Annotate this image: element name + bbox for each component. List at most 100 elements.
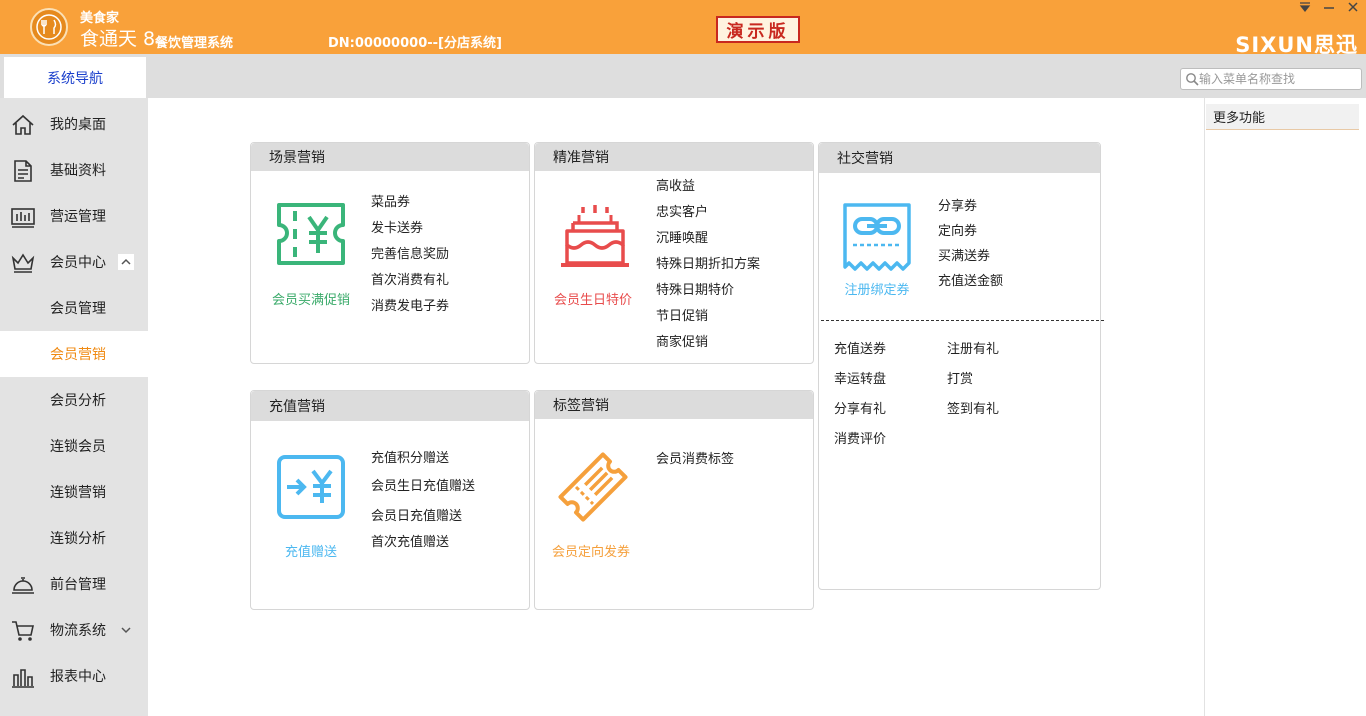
- link-item[interactable]: 特殊日期特价: [656, 278, 760, 304]
- sidebar-item-member-analysis[interactable]: 会员分析: [0, 377, 148, 423]
- bars-icon: [12, 669, 34, 688]
- nav-bar: 系统导航: [0, 54, 1366, 98]
- recharge-yen-icon[interactable]: [273, 451, 349, 527]
- sidebar-item-reports[interactable]: 报表中心: [0, 653, 148, 699]
- more-functions-panel: 更多功能: [1204, 98, 1366, 716]
- link-item[interactable]: 会员日充值赠送: [371, 501, 475, 529]
- panel-title: 更多功能: [1206, 104, 1359, 130]
- sidebar-item-label: 会员营销: [50, 347, 106, 363]
- sidebar-item-label: 报表中心: [50, 669, 106, 685]
- cloche-icon: [12, 577, 34, 594]
- card-social-marketing: 社交营销 注册绑定券 分享券 定向券 买满送券 充值送金额 充值送券 幸运转盘 …: [818, 142, 1104, 590]
- tab-system-nav[interactable]: 系统导航: [4, 57, 146, 98]
- divider: [821, 320, 1104, 321]
- link-item[interactable]: 首次充值赠送: [371, 529, 475, 557]
- card-title: 精准营销: [535, 143, 813, 171]
- link-item[interactable]: 消费发电子券: [371, 294, 449, 320]
- card-scene-marketing: 场景营销 会员买满促销 菜品券 发卡送券 完善信息奖励 首次消费有礼 消费发电子…: [250, 142, 530, 364]
- close-icon[interactable]: [1346, 1, 1360, 17]
- document-icon: [14, 160, 32, 182]
- sidebar-item-label: 会员中心: [50, 255, 106, 271]
- search-icon: [1186, 73, 1199, 86]
- sidebar-item-front-desk[interactable]: 前台管理: [0, 561, 148, 607]
- coupon-yen-icon[interactable]: [273, 197, 349, 273]
- chevron-down-icon[interactable]: [118, 622, 134, 638]
- app-logo-icon: [30, 8, 68, 46]
- link-coupon-icon[interactable]: [839, 199, 915, 275]
- card-caption[interactable]: 会员买满促销: [256, 289, 366, 308]
- link-item[interactable]: 会员消费标签: [656, 447, 734, 473]
- sidebar-item-operations[interactable]: 营运管理: [0, 193, 148, 239]
- link-item[interactable]: 高收益: [656, 174, 760, 200]
- home-icon: [12, 114, 34, 135]
- card-recharge-marketing: 充值营销 充值赠送 充值积分赠送 会员生日充值赠送 会员日充值赠送 首次充值赠送: [250, 390, 530, 610]
- title-bar: 美食家 食通天 8 餐饮管理系统 DN:00000000--[分店系统] 演示版…: [0, 0, 1366, 57]
- link-list: 会员消费标签: [656, 447, 734, 473]
- sidebar-item-label: 连锁营销: [50, 485, 106, 501]
- card-caption[interactable]: 会员定向发券: [536, 541, 646, 560]
- card-title: 社交营销: [819, 143, 1100, 173]
- sidebar-item-label: 连锁会员: [50, 439, 106, 455]
- link-item[interactable]: 充值送券: [834, 335, 886, 365]
- card-title: 标签营销: [535, 391, 813, 419]
- sidebar-item-member-marketing[interactable]: 会员营销: [0, 331, 148, 377]
- link-list-extra-left: 充值送券 幸运转盘 分享有礼 消费评价: [834, 335, 886, 455]
- link-item[interactable]: 特殊日期折扣方案: [656, 252, 760, 278]
- link-item[interactable]: 注册有礼: [947, 335, 999, 365]
- sidebar-item-label: 连锁分析: [50, 531, 106, 547]
- link-item[interactable]: 定向券: [938, 219, 1003, 244]
- card-caption[interactable]: 注册绑定券: [822, 279, 932, 298]
- link-item[interactable]: 首次消费有礼: [371, 268, 449, 294]
- link-list: 高收益 忠实客户 沉睡唤醒 特殊日期折扣方案 特殊日期特价 节日促销 商家促销: [656, 174, 760, 356]
- ticket-icon[interactable]: [555, 449, 631, 525]
- link-item[interactable]: 发卡送券: [371, 216, 449, 242]
- sidebar-item-label: 物流系统: [50, 623, 106, 639]
- sidebar-item-label: 我的桌面: [50, 117, 106, 133]
- cart-icon: [12, 621, 34, 641]
- link-item[interactable]: 打赏: [947, 365, 999, 395]
- link-item[interactable]: 分享有礼: [834, 395, 886, 425]
- link-item[interactable]: 忠实客户: [656, 200, 760, 226]
- link-item[interactable]: 会员生日充值赠送: [371, 473, 475, 501]
- card-caption[interactable]: 充值赠送: [256, 541, 366, 560]
- sidebar-item-label: 营运管理: [50, 209, 106, 225]
- card-caption[interactable]: 会员生日特价: [538, 289, 648, 308]
- sidebar-item-chain-analysis[interactable]: 连锁分析: [0, 515, 148, 561]
- sidebar-item-label: 会员分析: [50, 393, 106, 409]
- link-item[interactable]: 菜品券: [371, 190, 449, 216]
- search-input[interactable]: [1199, 72, 1349, 86]
- dropdown-icon[interactable]: [1298, 1, 1312, 17]
- sidebar-item-member-center[interactable]: 会员中心: [0, 239, 148, 285]
- card-tag-marketing: 标签营销 会员定向发券 会员消费标签: [534, 390, 814, 610]
- link-item[interactable]: 充值送金额: [938, 269, 1003, 294]
- sidebar-item-chain-marketing[interactable]: 连锁营销: [0, 469, 148, 515]
- link-item[interactable]: 节日促销: [656, 304, 760, 330]
- link-item[interactable]: 幸运转盘: [834, 365, 886, 395]
- card-precise-marketing: 精准营销 会员生日特价 高收益 忠实客户 沉睡唤醒 特殊日期折扣方案 特殊日期特…: [534, 142, 814, 364]
- link-item[interactable]: 商家促销: [656, 330, 760, 356]
- minimize-icon[interactable]: [1322, 1, 1336, 17]
- link-item[interactable]: 分享券: [938, 194, 1003, 219]
- chevron-up-icon[interactable]: [118, 254, 134, 270]
- sidebar-item-basic-data[interactable]: 基础资料: [0, 147, 148, 193]
- birthday-cake-icon[interactable]: [557, 201, 633, 277]
- link-list-extra-right: 注册有礼 打赏 签到有礼: [947, 335, 999, 425]
- demo-badge: 演示版: [716, 16, 800, 43]
- sidebar-item-chain-members[interactable]: 连锁会员: [0, 423, 148, 469]
- sidebar-item-member-management[interactable]: 会员管理: [0, 285, 148, 331]
- link-item[interactable]: 签到有礼: [947, 395, 999, 425]
- crown-icon: [11, 253, 35, 273]
- sidebar-item-desktop[interactable]: 我的桌面: [0, 101, 148, 147]
- sidebar: 我的桌面 基础资料 营运管理 会员中心 会员管理 会员营销 会员分析 连锁会员 …: [0, 98, 148, 716]
- card-title: 充值营销: [251, 391, 529, 421]
- link-item[interactable]: 充值积分赠送: [371, 445, 475, 473]
- sidebar-item-label: 会员管理: [50, 301, 106, 317]
- link-list: 菜品券 发卡送券 完善信息奖励 首次消费有礼 消费发电子券: [371, 190, 449, 320]
- link-item[interactable]: 买满送券: [938, 244, 1003, 269]
- main-content: 场景营销 会员买满促销 菜品券 发卡送券 完善信息奖励 首次消费有礼 消费发电子…: [148, 98, 1204, 716]
- link-item[interactable]: 完善信息奖励: [371, 242, 449, 268]
- link-item[interactable]: 沉睡唤醒: [656, 226, 760, 252]
- menu-search[interactable]: [1180, 68, 1362, 90]
- link-item[interactable]: 消费评价: [834, 425, 886, 455]
- sidebar-item-logistics[interactable]: 物流系统: [0, 607, 148, 653]
